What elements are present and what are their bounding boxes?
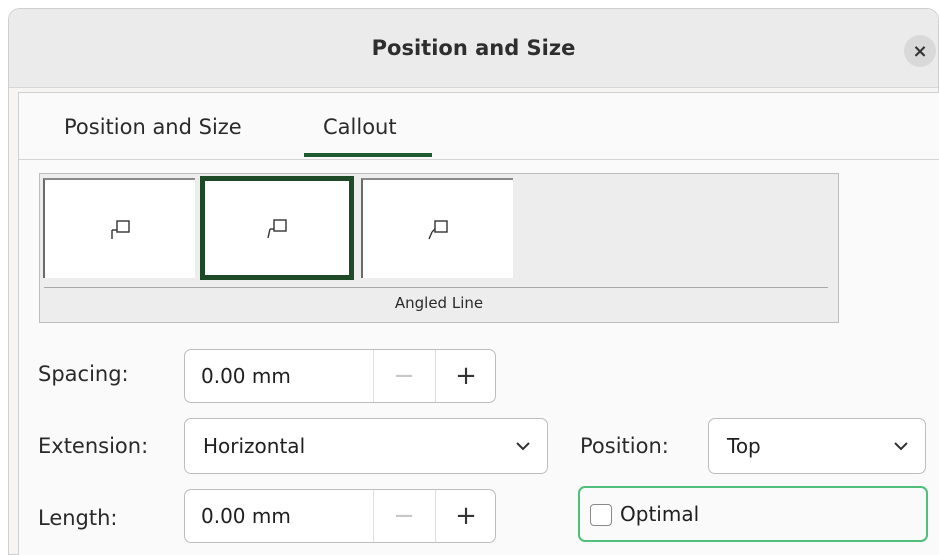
extension-value: Horizontal xyxy=(203,434,306,458)
position-dropdown[interactable]: Top xyxy=(708,418,926,474)
chevron-down-icon xyxy=(515,419,531,473)
optimal-checkbox-container[interactable]: Optimal xyxy=(578,486,928,542)
length-increment-button[interactable]: + xyxy=(435,490,496,542)
position-value: Top xyxy=(727,434,761,458)
active-tab-indicator xyxy=(304,153,432,157)
optimal-label[interactable]: Optimal xyxy=(620,488,699,540)
length-decrement-button[interactable]: − xyxy=(373,490,434,542)
position-label: Position: xyxy=(580,434,669,458)
callout-style-angled-connected[interactable] xyxy=(361,178,513,278)
length-spinbox[interactable]: 0.00 mm − + xyxy=(184,489,496,543)
spacing-label: Spacing: xyxy=(38,362,129,386)
callout-style-angled[interactable] xyxy=(200,176,354,280)
callout-separator xyxy=(44,287,828,288)
extension-label: Extension: xyxy=(38,434,149,458)
optimal-checkbox[interactable] xyxy=(590,504,612,526)
tab-bar: Position and Size Callout xyxy=(19,93,939,160)
callout-angled-icon xyxy=(267,219,287,239)
close-icon: × xyxy=(912,40,928,62)
spacing-spinbox[interactable]: 0.00 mm − + xyxy=(184,349,496,403)
title-bar: Position and Size × xyxy=(9,9,938,88)
spacing-decrement-button[interactable]: − xyxy=(373,350,434,402)
dialog-title: Position and Size xyxy=(371,36,576,60)
callout-style-label: Angled Line xyxy=(394,294,484,312)
length-label: Length: xyxy=(38,506,118,530)
spacing-increment-button[interactable]: + xyxy=(435,350,496,402)
close-button[interactable]: × xyxy=(904,35,936,67)
callout-style-selector: Angled Line xyxy=(39,173,839,323)
tab-divider xyxy=(19,159,939,160)
chevron-down-icon xyxy=(893,419,909,473)
callout-style-straight[interactable] xyxy=(43,178,195,278)
length-value[interactable]: 0.00 mm xyxy=(201,490,291,542)
extension-dropdown[interactable]: Horizontal xyxy=(184,418,548,474)
spacing-value[interactable]: 0.00 mm xyxy=(201,350,291,402)
callout-straight-icon xyxy=(111,220,130,239)
tab-callout[interactable]: Callout xyxy=(323,105,397,149)
tab-position-and-size[interactable]: Position and Size xyxy=(64,105,242,149)
callout-angled-connected-icon xyxy=(428,220,448,240)
